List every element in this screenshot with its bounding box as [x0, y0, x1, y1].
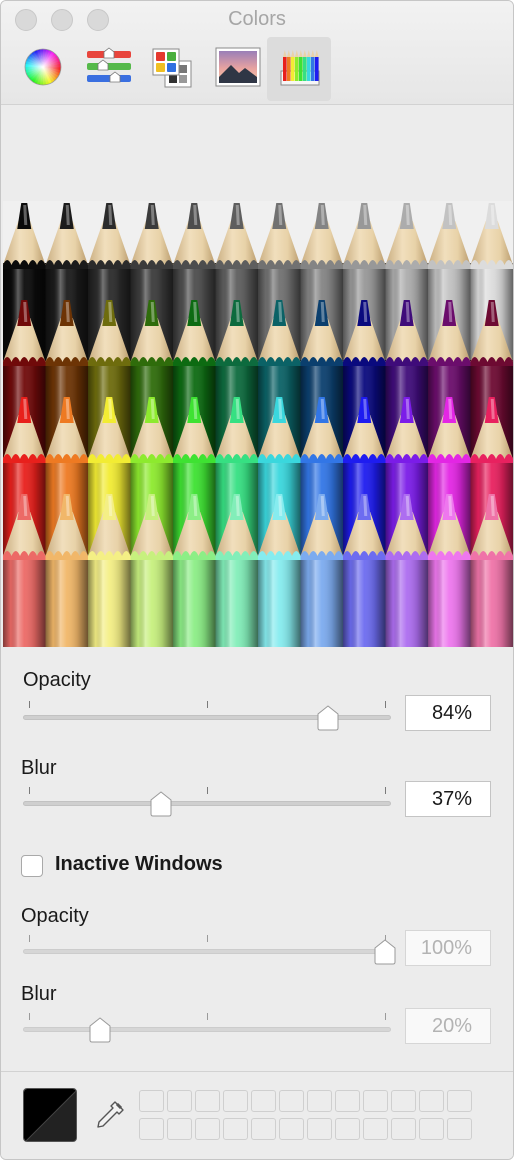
swatch-cell[interactable] — [335, 1090, 360, 1112]
slider-tick — [29, 1013, 30, 1020]
swatch-cell[interactable] — [139, 1090, 164, 1112]
swatch-cell[interactable] — [279, 1090, 304, 1112]
inactive-opacity-label: Opacity — [21, 905, 89, 927]
swatch-cell[interactable] — [419, 1090, 444, 1112]
slider-thumb[interactable] — [373, 939, 397, 965]
eyedropper-button[interactable] — [91, 1098, 127, 1134]
slider-thumb[interactable] — [316, 705, 340, 731]
slider-tick — [29, 787, 30, 794]
swatch-cell[interactable] — [251, 1118, 276, 1140]
swatch-cell[interactable] — [195, 1118, 220, 1140]
pencil-picker[interactable] — [3, 201, 513, 647]
current-color-swatch — [24, 1089, 76, 1141]
slider-tick — [385, 701, 386, 708]
opacity-label: Opacity — [23, 669, 91, 691]
swatch-cell[interactable] — [447, 1118, 472, 1140]
blur-label: Blur — [21, 757, 57, 779]
swatch-cell[interactable] — [195, 1090, 220, 1112]
swatch-cell[interactable] — [307, 1090, 332, 1112]
swatch-cell[interactable] — [223, 1090, 248, 1112]
color-sliders-icon — [87, 47, 131, 83]
inactive-windows-label: Inactive Windows — [55, 853, 223, 875]
current-color-well[interactable] — [23, 1088, 77, 1142]
swatch-cell[interactable] — [391, 1090, 416, 1112]
color-palettes-icon — [152, 48, 192, 88]
tab-image-palettes[interactable] — [203, 37, 267, 101]
tab-color-wheel[interactable] — [11, 37, 75, 101]
swatch-cell[interactable] — [391, 1118, 416, 1140]
color-wheel-icon — [24, 48, 62, 86]
inactive-windows-checkbox[interactable] — [21, 855, 43, 877]
swatch-cell[interactable] — [447, 1090, 472, 1112]
opacity-value-field[interactable]: 84% — [405, 695, 491, 731]
blur-value-field[interactable]: 37% — [405, 781, 491, 817]
swatch-cell[interactable] — [279, 1118, 304, 1140]
slider-tick — [207, 787, 208, 794]
slider-tick — [29, 935, 30, 942]
window-title: Colors — [228, 8, 286, 30]
bottom-bar — [1, 1071, 513, 1159]
swatch-cell[interactable] — [307, 1118, 332, 1140]
pencil-grid[interactable] — [3, 201, 513, 647]
swatch-cell[interactable] — [139, 1118, 164, 1140]
slider-thumb[interactable] — [88, 1017, 112, 1043]
title-bar: Colors — [1, 1, 513, 105]
inactive-blur-value-field[interactable]: 20% — [405, 1008, 491, 1044]
pencils-icon — [280, 50, 320, 86]
colors-window: Colors Opacity 84% Blur 37% Inactive Win… — [0, 0, 514, 1160]
swatch-cell[interactable] — [335, 1118, 360, 1140]
eyedropper-icon — [97, 1101, 124, 1128]
slider-tick — [385, 1013, 386, 1020]
blur-slider[interactable] — [23, 787, 391, 817]
swatch-cell[interactable] — [167, 1118, 192, 1140]
swatch-cell[interactable] — [363, 1090, 388, 1112]
slider-tick — [29, 701, 30, 708]
slider-track[interactable] — [23, 801, 391, 806]
swatch-cell[interactable] — [223, 1118, 248, 1140]
slider-track[interactable] — [23, 949, 391, 954]
inactive-opacity-value-field[interactable]: 100% — [405, 930, 491, 966]
opacity-slider[interactable] — [23, 701, 391, 731]
slider-tick — [207, 1013, 208, 1020]
slider-track[interactable] — [23, 1027, 391, 1032]
slider-tick — [385, 787, 386, 794]
tab-color-sliders[interactable] — [75, 37, 139, 101]
slider-thumb[interactable] — [149, 791, 173, 817]
swatch-cell[interactable] — [363, 1118, 388, 1140]
swatch-cell[interactable] — [167, 1090, 192, 1112]
inactive-opacity-slider[interactable] — [23, 935, 396, 965]
swatch-cell[interactable] — [419, 1118, 444, 1140]
slider-tick — [207, 935, 208, 942]
image-palettes-icon — [215, 47, 261, 87]
inactive-blur-label: Blur — [21, 983, 57, 1005]
swatch-cell[interactable] — [251, 1090, 276, 1112]
inactive-blur-slider[interactable] — [23, 1013, 391, 1043]
tab-pencils[interactable] — [267, 37, 331, 101]
slider-tick — [207, 701, 208, 708]
tab-color-palettes[interactable] — [139, 37, 203, 101]
